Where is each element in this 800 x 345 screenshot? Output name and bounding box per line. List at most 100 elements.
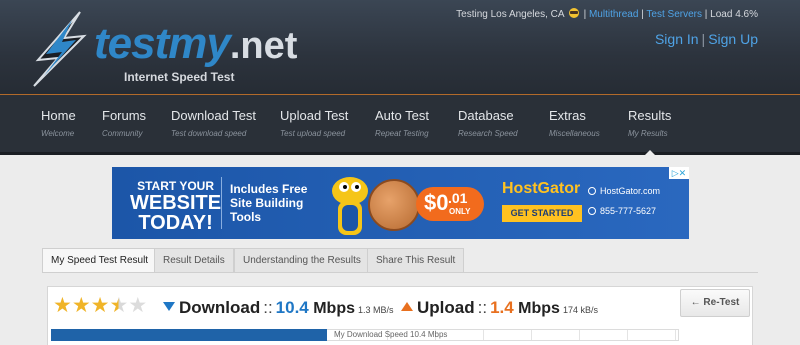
hostgator-ad-banner[interactable]: START YOUR WEBSITE TODAY! Includes Free …	[112, 167, 689, 239]
phone-icon	[588, 207, 596, 215]
globe-icon	[588, 187, 596, 195]
upload-kbytes: 174 kB/s	[562, 305, 598, 315]
tab-my-speed-test-result[interactable]: My Speed Test Result	[42, 248, 158, 272]
ad-brand: HostGator	[502, 180, 581, 197]
load-text: Load 4.6%	[710, 9, 758, 20]
nav-subtitle: Test download speed	[171, 129, 247, 138]
site-logo[interactable]: testmy.net	[94, 20, 297, 70]
download-unit: Mbps	[313, 300, 355, 317]
download-value: 10.4	[275, 298, 309, 317]
multithread-link[interactable]: Multithread	[589, 9, 638, 20]
auth-separator: |	[701, 31, 706, 47]
nav-item-upload-test[interactable]: Upload Test Test upload speed	[280, 108, 348, 138]
sign-up-link[interactable]: Sign Up	[708, 31, 758, 47]
nav-title: Home	[41, 108, 76, 123]
nav-title: Upload Test	[280, 108, 349, 123]
download-mbytes: 1.3 MB/s	[358, 305, 394, 315]
main-nav: Home Welcome Forums Community Download T…	[0, 94, 800, 152]
active-nav-caret-icon	[643, 150, 657, 157]
lightning-bolt-logo-icon	[33, 11, 87, 87]
ad-website: HostGator.com	[588, 186, 661, 196]
rating-star-icon: ★	[128, 294, 148, 317]
nav-item-auto-test[interactable]: Auto Test Repeat Testing	[375, 108, 429, 138]
nav-title: Results	[628, 108, 672, 123]
top-status-bar: Testing Los Angeles, CA | Multithread | …	[456, 8, 758, 20]
download-arrow-icon	[163, 302, 175, 311]
upload-value: 1.4	[490, 298, 514, 317]
logo-tld: .net	[229, 25, 298, 67]
auth-links: Sign In | Sign Up	[655, 31, 758, 47]
separator: |	[641, 9, 644, 20]
logo-name: testmy	[94, 19, 231, 68]
rating-star-icon: ★	[109, 294, 129, 317]
ad-headline-line: WEBSITE	[130, 192, 222, 214]
nav-subtitle: Test upload speed	[280, 129, 346, 138]
ad-headline: START YOUR WEBSITE TODAY!	[130, 179, 221, 233]
nav-subtitle: Community	[102, 129, 143, 138]
upload-label: Upload	[417, 298, 475, 317]
nav-item-extras[interactable]: Extras Miscellaneous	[549, 108, 600, 138]
speed-bar-label: My Download Speed 10.4 Mbps	[334, 330, 448, 339]
retest-button[interactable]: ← Re-Test	[680, 289, 750, 317]
upload-unit: Mbps	[518, 300, 560, 317]
rating-stars: ★★★★★	[53, 295, 147, 317]
nav-item-download-test[interactable]: Download Test Test download speed	[171, 108, 256, 138]
nav-subtitle: Research Speed	[458, 129, 518, 138]
separator: |	[583, 9, 587, 20]
separator: |	[704, 9, 708, 20]
ad-headline-line: TODAY!	[138, 212, 213, 234]
nav-title: Forums	[102, 108, 147, 123]
tabs-baseline	[42, 272, 758, 273]
speed-result-panel: ★★★★★ Download:: 10.4 Mbps 1.3 MB/s Upload…	[47, 286, 753, 345]
ad-headline-line: START YOUR	[137, 179, 215, 193]
nav-item-results[interactable]: Results My Results	[628, 108, 671, 138]
ad-phone-text: 855-777-5627	[600, 206, 657, 216]
download-speed-bar: My Download Speed 10.4 Mbps	[51, 329, 679, 341]
nav-title: Download Test	[171, 108, 257, 123]
nav-item-forums[interactable]: Forums Community	[102, 108, 146, 138]
download-separator: ::	[263, 298, 273, 317]
ad-feature-line: Tools	[230, 210, 262, 224]
upload-separator: ::	[477, 298, 488, 317]
ad-divider	[221, 177, 222, 229]
site-header: testmy.net Internet Speed Test Testing L…	[0, 0, 800, 94]
nav-item-home[interactable]: Home Welcome	[41, 108, 76, 138]
rating-star-icon: ★	[53, 294, 72, 317]
sign-in-link[interactable]: Sign In	[655, 31, 699, 47]
adchoices-icon[interactable]: ▷✕	[669, 167, 689, 179]
location-text: Testing Los Angeles, CA	[456, 9, 564, 20]
price-badge: $0 .01 ONLY	[416, 187, 484, 221]
penny-coin-icon	[368, 179, 420, 231]
ad-feature-line: Includes Free	[230, 182, 308, 196]
price-cents: .01	[448, 190, 468, 206]
nav-subtitle: My Results	[628, 129, 668, 138]
ad-website-text: HostGator.com	[600, 186, 661, 196]
test-servers-link[interactable]: Test Servers	[646, 9, 702, 20]
ad-phone: 855-777-5627	[588, 206, 657, 216]
price-only: ONLY	[449, 207, 471, 216]
nav-title: Auto Test	[375, 108, 429, 123]
rating-star-icon: ★	[90, 294, 110, 317]
nav-divider	[0, 152, 800, 155]
rating-star-icon: ★	[71, 294, 91, 317]
nav-title: Extras	[549, 108, 586, 123]
tab-result-details[interactable]: Result Details	[154, 248, 234, 272]
nav-subtitle: Miscellaneous	[549, 129, 600, 138]
tab-understanding-the-results[interactable]: Understanding the Results	[234, 248, 370, 272]
nav-title: Database	[458, 108, 514, 123]
ad-feature-text: Includes Free Site Building Tools	[230, 182, 307, 224]
price-dollar: $0	[424, 190, 449, 215]
nav-item-database[interactable]: Database Research Speed	[458, 108, 518, 138]
upload-result: Upload:: 1.4 Mbps 174 kB/s	[401, 298, 598, 318]
logo-tagline: Internet Speed Test	[124, 70, 235, 84]
nav-subtitle: Repeat Testing	[375, 129, 429, 138]
ad-get-started-button[interactable]: GET STARTED	[502, 205, 582, 222]
upload-arrow-icon	[401, 302, 413, 311]
tab-share-this-result[interactable]: Share This Result	[367, 248, 465, 272]
speed-bar-fill	[51, 329, 328, 341]
nav-subtitle: Welcome	[41, 129, 75, 138]
download-result: Download:: 10.4 Mbps 1.3 MB/s	[163, 298, 394, 318]
ad-feature-line: Site Building	[230, 196, 304, 210]
download-label: Download	[179, 298, 261, 317]
sunglasses-emoji-icon	[568, 8, 579, 18]
